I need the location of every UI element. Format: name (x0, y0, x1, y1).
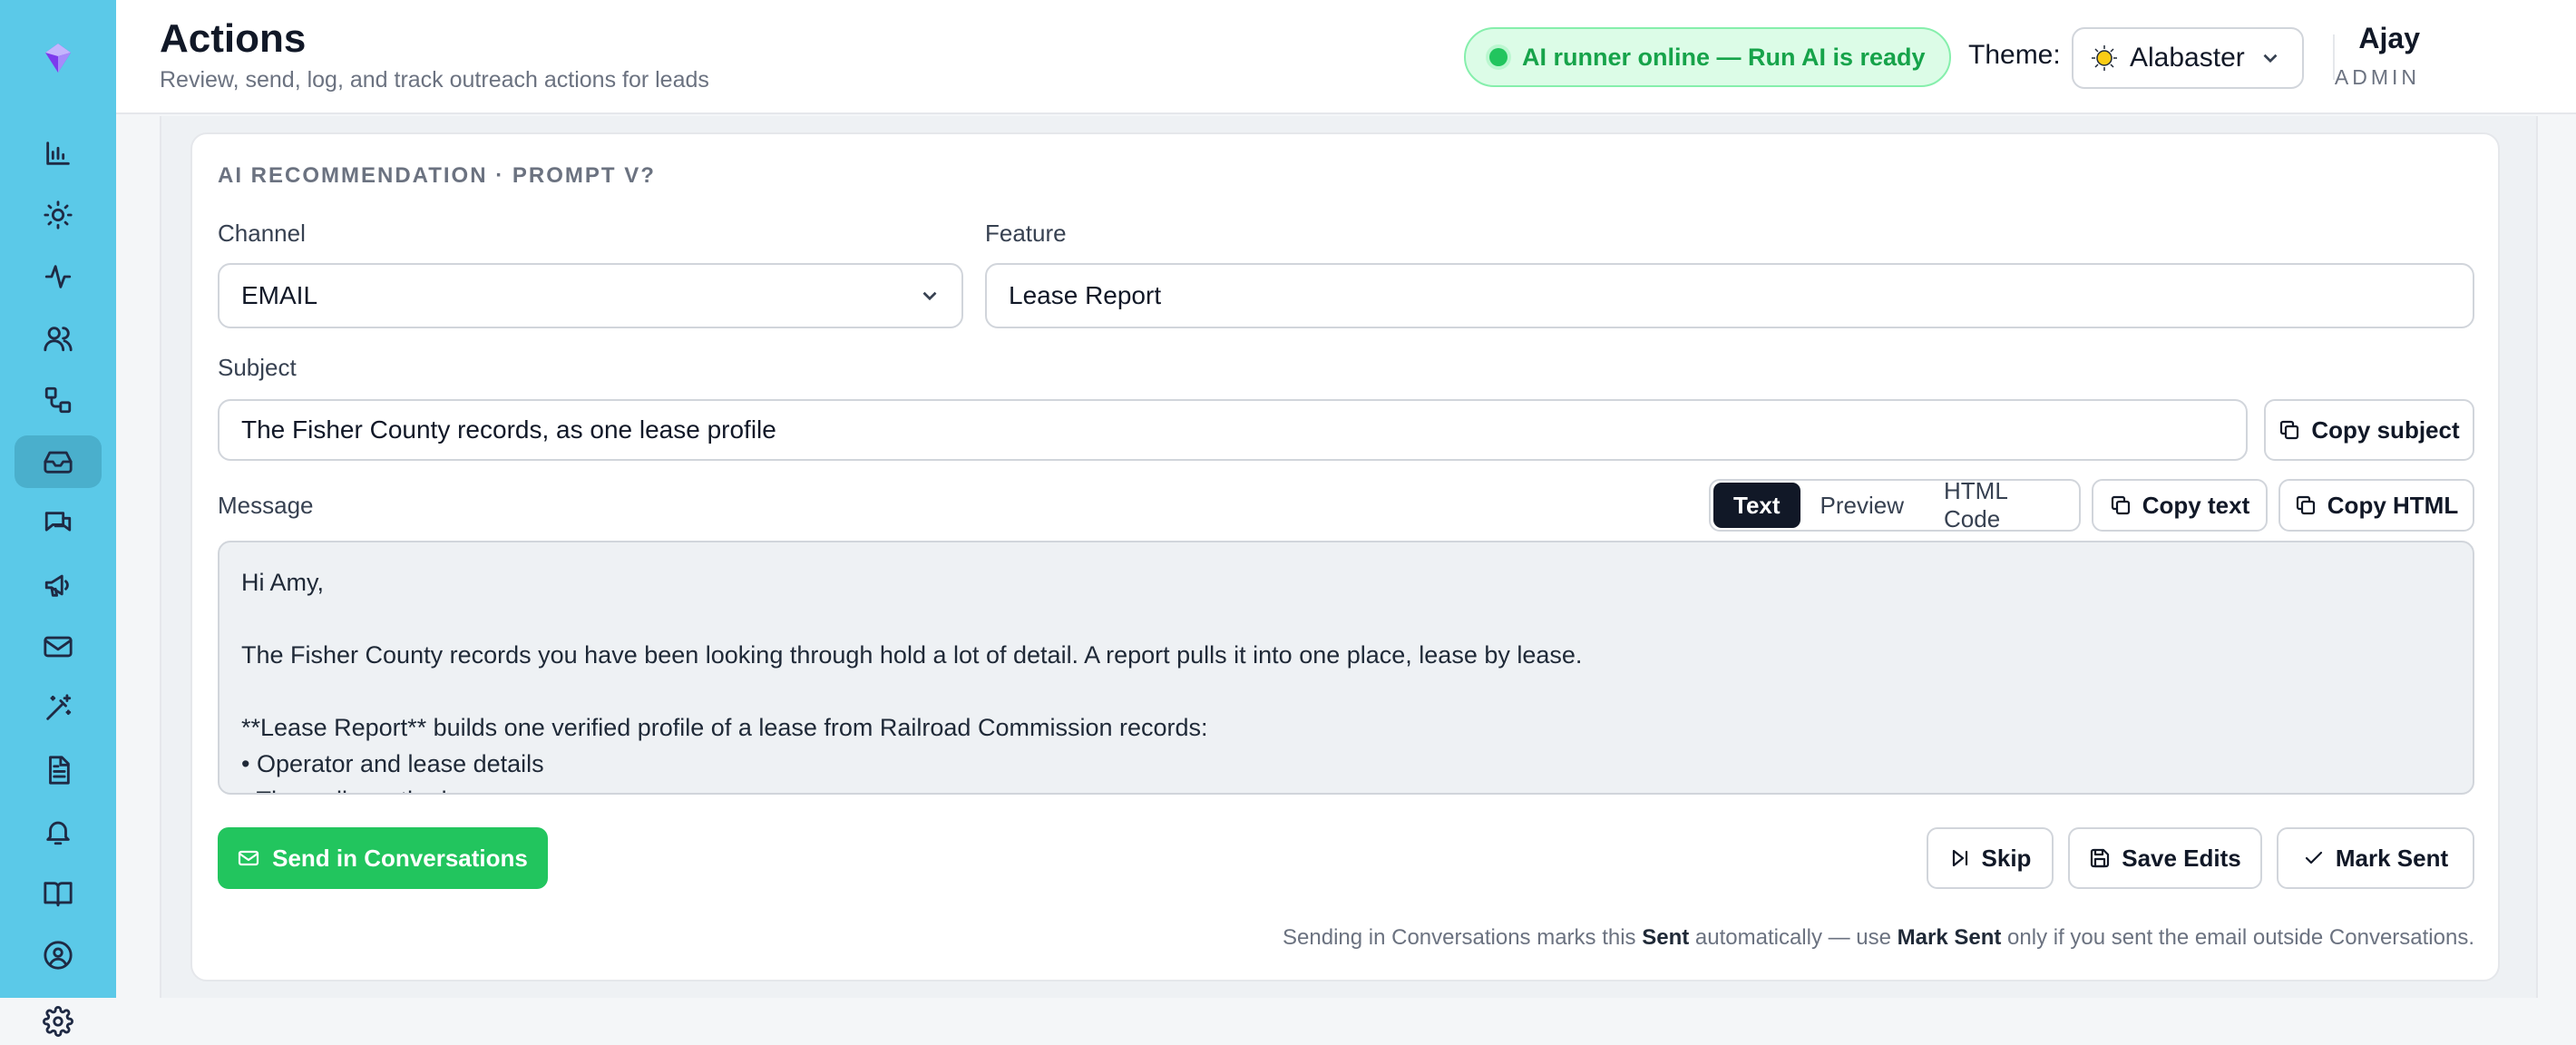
ai-status-badge: AI runner online — Run AI is ready (1464, 27, 1951, 87)
send-in-conversations-button[interactable]: Send in Conversations (218, 827, 548, 889)
subject-field[interactable]: The Fisher County records, as one lease … (218, 399, 2248, 461)
page-title: Actions (160, 16, 307, 61)
channel-select-value: EMAIL (241, 281, 318, 309)
ai-status-text: AI runner online — Run AI is ready (1522, 43, 1926, 71)
footnote-text: only if you sent the email outside Conve… (2001, 925, 2474, 950)
message-line (241, 601, 2451, 637)
send-footnote: Sending in Conversations marks this Sent… (1283, 925, 2474, 951)
theme-select-value: Alabaster (2130, 43, 2245, 73)
chevron-down-icon (922, 291, 937, 301)
user-role: ADMIN (2334, 65, 2420, 89)
tab-text[interactable]: Text (1713, 483, 1800, 528)
channel-select[interactable]: EMAIL (218, 263, 963, 328)
message-line: Hi Amy, (241, 569, 325, 596)
copy-icon (2296, 495, 2315, 515)
copy-text-button[interactable]: Copy text (2092, 479, 2268, 532)
user-name: Ajay (2358, 22, 2420, 54)
copy-icon (2111, 495, 2130, 515)
message-line: The Fisher County records you have been … (241, 641, 1583, 669)
message-label: Message (218, 492, 314, 519)
messages-icon (44, 512, 72, 532)
sidebar-item-email[interactable] (15, 620, 102, 673)
mail-icon (239, 850, 259, 866)
tab-html-code[interactable]: HTML Code (1924, 477, 2076, 532)
tab-preview[interactable]: Preview (1800, 483, 1924, 528)
activity-icon (44, 265, 72, 288)
message-view-tabs: Text Preview HTML Code (1709, 477, 2081, 532)
copy-subject-button[interactable]: Copy subject (2264, 399, 2474, 461)
user-circle-icon (44, 941, 73, 970)
workflow-icon (44, 386, 72, 414)
sun-icon (44, 200, 73, 230)
message-line (241, 673, 2451, 709)
sidebar-item-analytics[interactable] (15, 127, 102, 180)
feature-field-value: Lease Report (1009, 281, 1162, 309)
bar-chart-icon (46, 142, 70, 165)
magic-wand-icon (46, 694, 72, 720)
footnote-bold: Mark Sent (1897, 925, 2002, 950)
section-label: AI RECOMMENDATION · PROMPT V? (218, 163, 656, 188)
sidebar-item-profile[interactable] (15, 929, 102, 982)
document-icon (49, 756, 70, 785)
message-textarea[interactable]: Hi Amy, The Fisher County records you ha… (218, 541, 2474, 795)
inbox-icon (44, 451, 73, 474)
footnote-bold: Sent (1642, 925, 1690, 950)
save-icon (2091, 848, 2110, 868)
sun-icon (2092, 45, 2117, 71)
footnote-text: Sending in Conversations marks this (1283, 925, 1643, 950)
status-dot-icon (1489, 48, 1508, 66)
skip-icon (1952, 849, 1967, 867)
subject-label: Subject (218, 354, 297, 381)
megaphone-icon (44, 574, 69, 597)
feature-label: Feature (985, 220, 1067, 247)
sidebar (0, 0, 116, 998)
message-line: • The wells on the lease (241, 782, 2451, 793)
sidebar-item-conversations[interactable] (15, 497, 102, 550)
theme-select[interactable]: Alabaster (2072, 27, 2304, 89)
save-edits-button[interactable]: Save Edits (2068, 827, 2262, 889)
sidebar-item-leads[interactable] (15, 312, 102, 365)
page-subtitle: Review, send, log, and track outreach ac… (160, 67, 709, 93)
chevron-down-icon (2263, 54, 2278, 63)
skip-button[interactable]: Skip (1927, 827, 2054, 889)
book-icon (44, 882, 73, 907)
copy-text-label: Copy text (2142, 491, 2250, 519)
copy-html-button[interactable]: Copy HTML (2278, 479, 2474, 532)
sidebar-item-settings[interactable] (36, 1000, 80, 1043)
send-label: Send in Conversations (272, 844, 528, 872)
gear-icon (43, 1006, 73, 1037)
mail-icon (44, 636, 73, 658)
skip-label: Skip (1981, 844, 2032, 872)
channel-label: Channel (218, 220, 306, 247)
sidebar-item-actions[interactable] (15, 435, 102, 488)
feature-field[interactable]: Lease Report (985, 263, 2474, 328)
users-icon (44, 327, 73, 352)
top-header: Actions Review, send, log, and track out… (116, 0, 2576, 114)
theme-label: Theme: (1968, 40, 2061, 70)
sidebar-item-docs[interactable] (15, 867, 102, 920)
message-line: • Operator and lease details (241, 750, 544, 777)
sidebar-item-activity[interactable] (15, 250, 102, 303)
mark-sent-label: Mark Sent (2335, 844, 2449, 872)
sidebar-item-notifications[interactable] (15, 806, 102, 858)
subject-field-value: The Fisher County records, as one lease … (241, 415, 776, 444)
footnote-text: automatically — use (1689, 925, 1898, 950)
sidebar-item-reports[interactable] (15, 744, 102, 796)
save-edits-label: Save Edits (2122, 844, 2241, 872)
sidebar-item-ai[interactable] (15, 682, 102, 735)
copy-subject-label: Copy subject (2311, 415, 2460, 444)
copy-icon (2280, 420, 2299, 440)
sidebar-item-workflows[interactable] (15, 374, 102, 426)
message-line: **Lease Report** builds one verified pro… (241, 714, 1208, 741)
logo-icon[interactable] (36, 36, 80, 80)
mark-sent-button[interactable]: Mark Sent (2277, 827, 2474, 889)
check-icon (2305, 851, 2322, 864)
sidebar-item-campaigns[interactable] (15, 559, 102, 611)
copy-html-label: Copy HTML (2327, 491, 2459, 519)
bell-icon (46, 821, 70, 845)
sidebar-item-overview[interactable] (15, 189, 102, 241)
